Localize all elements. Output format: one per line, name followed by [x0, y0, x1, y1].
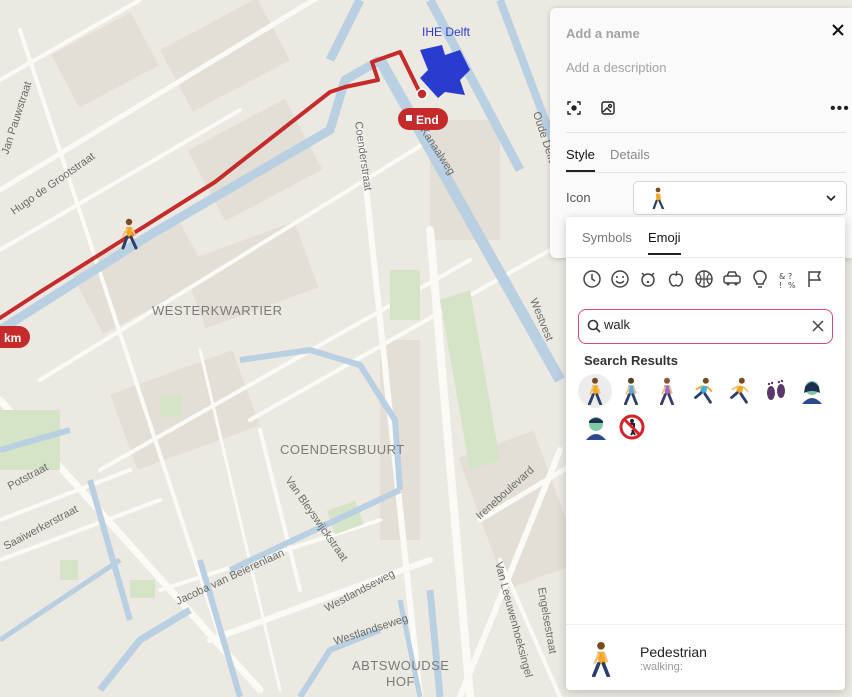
route-end-point[interactable] — [416, 88, 428, 100]
preview-pedestrian-icon — [592, 641, 610, 677]
emoji-search-input[interactable] — [604, 317, 804, 332]
search-results-title: Search Results — [584, 353, 678, 368]
image-icon[interactable] — [600, 100, 618, 118]
clear-search-icon[interactable] — [812, 320, 824, 332]
search-icon — [587, 319, 601, 333]
svg-text:!: ! — [779, 281, 782, 289]
emoji-footprints[interactable] — [758, 374, 792, 408]
emoji-man-running[interactable] — [722, 374, 756, 408]
preview-name: Pedestrian — [640, 644, 707, 660]
emoji-picker: Symbols Emoji &?%! Search Results — [566, 217, 845, 690]
emoji-woman-walking[interactable] — [650, 374, 684, 408]
tab-emoji[interactable]: Emoji — [648, 230, 681, 255]
emoji-pedestrian[interactable] — [578, 374, 612, 408]
emoji-search-field[interactable] — [578, 309, 833, 344]
travel-icon[interactable] — [722, 269, 742, 289]
district-label: HOF — [386, 674, 415, 689]
preview-shortcode: :walking: — [640, 661, 683, 673]
animal-icon[interactable] — [638, 269, 658, 289]
food-icon[interactable] — [666, 269, 686, 289]
icon-select[interactable] — [633, 181, 847, 215]
icon-label: Icon — [566, 190, 591, 205]
objects-icon[interactable] — [750, 269, 770, 289]
smiley-icon[interactable] — [610, 269, 630, 289]
more-options-icon[interactable]: ••• — [830, 100, 850, 118]
start-marker[interactable]: km — [0, 326, 30, 348]
name-input[interactable]: Add a name — [566, 26, 640, 41]
activity-icon[interactable] — [694, 269, 714, 289]
district-label: ABTSWOUDSE — [352, 658, 449, 673]
district-label: COENDERSBUURT — [280, 442, 405, 457]
tab-style[interactable]: Style — [566, 147, 595, 172]
pedestrian-icon — [652, 187, 665, 209]
divider — [566, 172, 846, 173]
recent-icon[interactable] — [582, 269, 602, 289]
emoji-man-walking[interactable] — [614, 374, 648, 408]
emoji-no-pedestrians[interactable] — [614, 410, 648, 444]
svg-text:%: % — [788, 281, 796, 289]
symbols-icon[interactable]: &?%! — [778, 269, 798, 289]
start-label: km — [4, 331, 21, 345]
chevron-down-icon — [826, 195, 836, 202]
flags-icon[interactable] — [806, 269, 826, 289]
description-input[interactable]: Add a description — [566, 60, 666, 75]
focus-target-icon[interactable] — [566, 100, 584, 118]
end-marker[interactable]: End — [398, 108, 448, 130]
emoji-woman-zombie[interactable] — [794, 374, 828, 408]
poi-label: IHE Delft — [422, 25, 471, 39]
divider — [566, 624, 845, 625]
emoji-man-zombie[interactable] — [578, 410, 612, 444]
tab-details[interactable]: Details — [610, 147, 650, 162]
svg-text:?: ? — [788, 272, 792, 281]
divider — [566, 257, 845, 258]
emoji-runner[interactable] — [686, 374, 720, 408]
svg-text:&: & — [779, 272, 785, 281]
tab-symbols[interactable]: Symbols — [582, 230, 632, 245]
end-label: End — [416, 113, 439, 127]
close-icon[interactable] — [830, 22, 848, 42]
divider — [566, 132, 846, 133]
district-label: WESTERKWARTIER — [152, 303, 283, 318]
